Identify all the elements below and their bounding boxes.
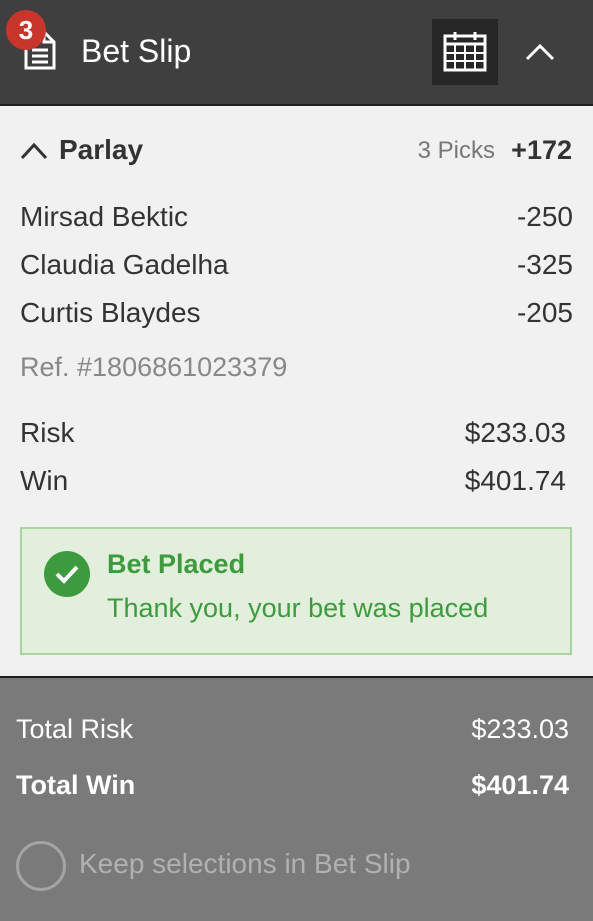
reference-number: Ref. #1806861023379 (20, 352, 288, 382)
risk-row: Risk $233.03 (20, 417, 566, 457)
risk-value: $233.03 (464, 417, 566, 448)
risk-label: Risk (20, 417, 75, 448)
pick-name: Mirsad Bektic (20, 201, 189, 232)
parlay-title[interactable]: Parlay (59, 134, 143, 166)
picks-count: 3 Picks (417, 137, 495, 164)
pick-name: Curtis Blaydes (20, 297, 201, 328)
win-label: Win (20, 465, 69, 496)
list-item: Claudia Gadelha -325 (20, 249, 573, 289)
check-circle-icon (44, 551, 90, 597)
total-win-value: $401.74 (471, 770, 569, 800)
total-win-label: Total Win (16, 770, 136, 800)
win-row: Win $401.74 (20, 465, 566, 505)
total-risk-row: Total Risk $233.03 (16, 714, 569, 754)
total-risk-label: Total Risk (16, 714, 134, 744)
alert-title: Bet Placed (107, 549, 246, 579)
collapse-slip-button[interactable] (515, 19, 565, 85)
parlay-odds: +172 (511, 135, 572, 165)
chevron-up-icon[interactable] (20, 138, 48, 162)
bet-slip-title: Bet Slip (81, 33, 192, 69)
keep-selections-label[interactable]: Keep selections in Bet Slip (79, 848, 411, 880)
alert-message: Thank you, your bet was placed (107, 593, 489, 623)
total-win-row: Total Win $401.74 (16, 770, 569, 810)
bet-slip-header: 3 Bet Slip (0, 0, 593, 106)
keep-selections-radio[interactable] (16, 841, 66, 891)
bet-count-badge: 3 (6, 10, 46, 50)
bet-slip-footer: Total Risk $233.03 Total Win $401.74 Kee… (0, 678, 593, 921)
total-risk-value: $233.03 (471, 714, 569, 744)
calendar-button[interactable] (432, 19, 498, 85)
win-value: $401.74 (464, 465, 566, 496)
pick-odds: -250 (516, 201, 573, 232)
list-item: Mirsad Bektic -250 (20, 201, 573, 241)
pick-name: Claudia Gadelha (20, 249, 229, 280)
pick-odds: -325 (516, 249, 573, 280)
pick-odds: -205 (516, 297, 573, 328)
bet-placed-alert: Bet Placed Thank you, your bet was place… (20, 527, 572, 655)
parlay-card: Parlay 3 Picks +172 Mirsad Bektic -250 C… (0, 106, 593, 678)
chevron-up-icon (525, 43, 555, 61)
calendar-icon (443, 32, 487, 72)
list-item: Curtis Blaydes -205 (20, 297, 573, 337)
